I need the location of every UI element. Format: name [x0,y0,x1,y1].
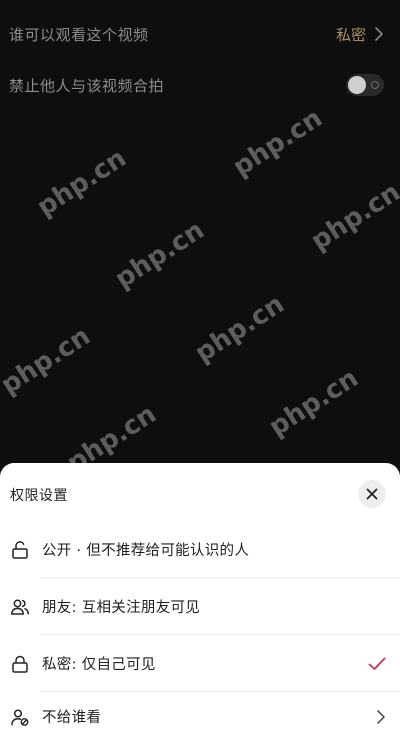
watermark: php.cn [305,177,400,257]
watermark: php.cn [0,321,96,401]
sheet-title: 权限设置 [10,488,68,504]
toggle-off-indicator [371,81,379,89]
option-label: 朋友: 互相关注朋友可见 [42,600,201,616]
disable-duet-toggle[interactable] [346,74,384,96]
watermark: php.cn [189,289,290,369]
lock-icon [12,655,28,673]
option-label: 私密: 仅自己可见 [42,657,156,673]
toggle-knob [348,76,366,94]
close-icon [366,488,378,500]
disable-duet-row: 禁止他人与该视频合拍 [0,65,400,105]
option-public[interactable]: 公开 · 但不推荐给可能认识的人 [0,521,400,578]
disable-duet-label: 禁止他人与该视频合拍 [9,76,165,95]
screen: 谁可以观看这个视频 私密 禁止他人与该视频合拍 php.cn php.cn ph… [0,0,400,749]
checkmark-icon [368,657,386,670]
watermark: php.cn [109,215,210,295]
sheet-header: 权限设置 [0,463,400,527]
chevron-right-icon [377,709,385,724]
option-friends[interactable]: 朋友: 互相关注朋友可见 [0,578,400,635]
permission-sheet: 权限设置 公开 · 但不推荐给可能认识的人 朋友: 互相关注朋友可见 私密: 仅… [0,463,400,749]
option-label: 不给谁看 [42,710,102,726]
close-button[interactable] [358,480,386,508]
unlock-icon [12,540,28,559]
privacy-value: 私密 [335,25,366,44]
who-can-watch-label: 谁可以观看这个视频 [9,25,149,44]
who-can-watch-row[interactable]: 谁可以观看这个视频 私密 [0,14,400,54]
option-private[interactable]: 私密: 仅自己可见 [0,635,400,692]
watermark: php.cn [263,363,364,443]
watermark: php.cn [31,143,132,223]
watermark: php.cn [227,103,328,183]
chevron-right-icon [375,27,383,41]
friends-icon [11,599,29,615]
who-can-watch-control[interactable]: 私密 [336,24,384,45]
option-hide-from[interactable]: 不给谁看 [0,688,400,745]
option-label: 公开 · 但不推荐给可能认识的人 [42,543,250,559]
user-block-icon [11,708,29,726]
